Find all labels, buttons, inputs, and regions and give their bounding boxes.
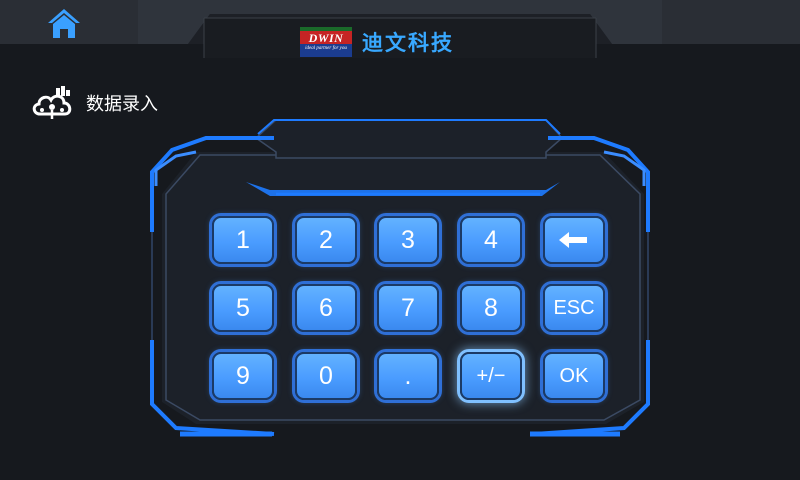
key-3[interactable]: 3 [377,216,439,264]
page-title: 数据录入 [30,86,158,120]
key-2[interactable]: 2 [295,216,357,264]
decimal-point-button[interactable]: . [377,352,439,400]
home-button[interactable] [44,6,84,40]
plus-minus-button[interactable]: +/− [460,352,522,400]
key-8[interactable]: 8 [460,284,522,332]
dwin-logo: DWIN ideal partner for you [300,27,352,57]
top-bar: DWIN ideal partner for you 迪文科技 [0,0,800,58]
key-1[interactable]: 1 [212,216,274,264]
ok-button[interactable]: OK [543,352,605,400]
cloud-data-icon [32,86,72,119]
key-0[interactable]: 0 [295,352,357,400]
brand: DWIN ideal partner for you 迪文科技 [300,24,454,60]
backspace-button[interactable] [543,216,605,264]
key-5[interactable]: 5 [212,284,274,332]
company-name: 迪文科技 [362,31,454,55]
key-9[interactable]: 9 [212,352,274,400]
key-7[interactable]: 7 [377,284,439,332]
esc-button[interactable]: ESC [543,284,605,332]
home-icon [48,9,80,38]
page-title-text: 数据录入 [86,94,158,115]
logo-tagline: ideal partner for you [305,46,347,51]
backspace-arrow-icon [559,232,587,248]
logo-text: DWIN [308,31,344,45]
key-6[interactable]: 6 [295,284,357,332]
key-4[interactable]: 4 [460,216,522,264]
keypad-display [262,128,550,186]
